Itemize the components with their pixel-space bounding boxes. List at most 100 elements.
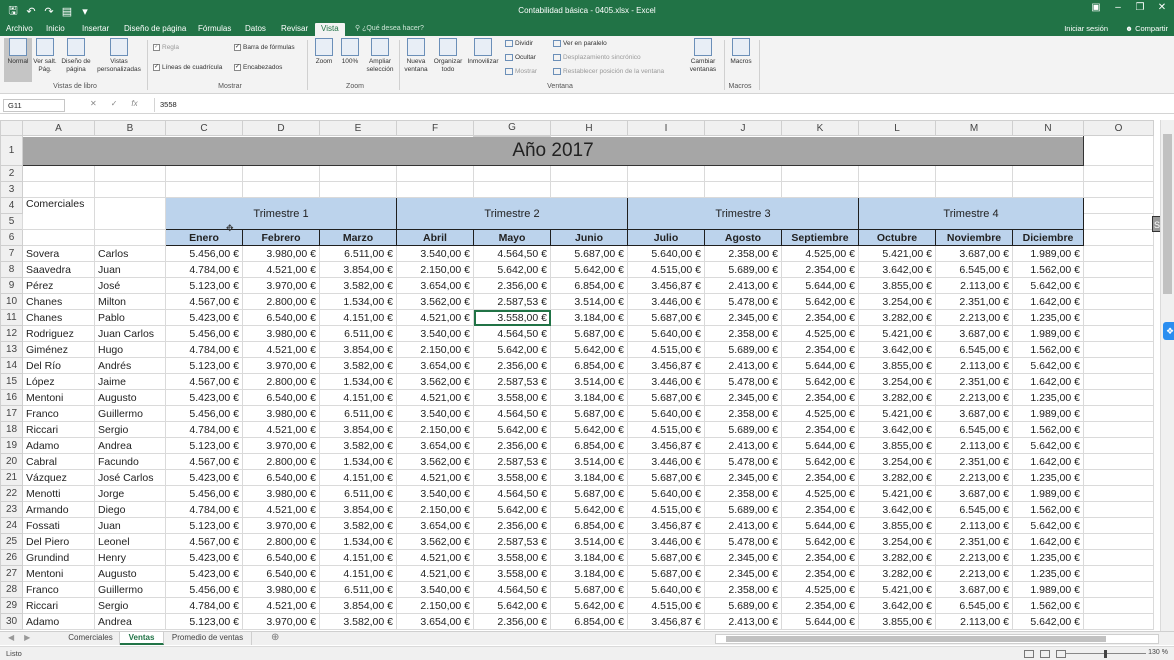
value-cell[interactable]: 5.687,00 € [627, 565, 705, 582]
month-header[interactable]: Abril [396, 229, 474, 246]
value-cell[interactable]: 2.213,00 € [935, 549, 1013, 566]
share-button[interactable]: ☻ Compartir [1125, 23, 1168, 35]
cell[interactable] [94, 197, 166, 230]
cell[interactable] [1083, 405, 1154, 422]
value-cell[interactable]: 3.854,00 € [319, 501, 397, 518]
minimize-icon[interactable]: – [1110, 2, 1126, 13]
value-cell[interactable]: 3.282,00 € [858, 309, 936, 326]
value-cell[interactable]: 6.545,00 € [935, 421, 1013, 438]
cell[interactable] [627, 181, 705, 198]
hide-button[interactable]: Ocultar [505, 54, 536, 61]
value-cell[interactable]: 1.235,00 € [1012, 309, 1084, 326]
row-header[interactable]: 8 [0, 261, 23, 278]
value-cell[interactable]: 6.545,00 € [935, 501, 1013, 518]
value-cell[interactable]: 3.582,00 € [319, 277, 397, 294]
value-cell[interactable]: 2.113,00 € [935, 357, 1013, 374]
switch-windows-button[interactable]: Cambiar ventanas [684, 38, 722, 73]
value-cell[interactable]: 3.446,00 € [627, 293, 705, 310]
value-cell[interactable]: 6.540,00 € [242, 565, 320, 582]
month-header[interactable]: Junio [550, 229, 628, 246]
value-cell[interactable]: 3.446,00 € [627, 453, 705, 470]
value-cell[interactable]: 3.687,00 € [935, 485, 1013, 502]
select-all-corner[interactable] [0, 120, 23, 136]
cell[interactable] [1083, 597, 1154, 614]
formula-input[interactable]: 3558 [160, 99, 177, 110]
surname-cell[interactable]: López [22, 373, 95, 390]
surname-cell[interactable]: Armando [22, 501, 95, 518]
value-cell[interactable]: 2.354,00 € [781, 597, 859, 614]
value-cell[interactable]: 3.282,00 € [858, 389, 936, 406]
row-header[interactable]: 11 [0, 309, 23, 326]
close-icon[interactable]: ✕ [1154, 2, 1170, 13]
name-cell[interactable]: Guillermo [94, 405, 166, 422]
value-cell[interactable]: 2.150,00 € [396, 341, 474, 358]
value-cell[interactable]: 3.514,00 € [550, 293, 628, 310]
value-cell[interactable]: 5.689,00 € [704, 261, 782, 278]
cancel-icon[interactable]: ✕ [90, 99, 97, 108]
cell[interactable] [94, 181, 166, 198]
value-cell[interactable]: 3.642,00 € [858, 341, 936, 358]
row-header[interactable]: 19 [0, 437, 23, 454]
value-cell[interactable]: 3.540,00 € [396, 245, 474, 262]
value-cell[interactable]: 4.515,00 € [627, 501, 705, 518]
value-cell[interactable]: 3.540,00 € [396, 325, 474, 342]
cell[interactable] [1083, 389, 1154, 406]
value-cell[interactable]: 1.534,00 € [319, 453, 397, 470]
row-header[interactable]: 2 [0, 165, 23, 182]
value-cell[interactable]: 6.545,00 € [935, 341, 1013, 358]
name-cell[interactable]: Juan Carlos [94, 325, 166, 342]
value-cell[interactable]: 5.642,00 € [1012, 517, 1084, 534]
name-cell[interactable]: Andrea [94, 613, 166, 630]
value-cell[interactable]: 3.855,00 € [858, 277, 936, 294]
column-header-j[interactable]: J [704, 120, 782, 136]
sheet-tab-promedio[interactable]: Promedio de ventas [164, 632, 252, 645]
month-header[interactable]: Julio [627, 229, 705, 246]
value-cell[interactable]: 1.989,00 € [1012, 245, 1084, 262]
value-cell[interactable]: 5.687,00 € [550, 325, 628, 342]
value-cell[interactable]: 4.521,00 € [396, 565, 474, 582]
value-cell[interactable]: 1.235,00 € [1012, 389, 1084, 406]
value-cell[interactable]: 5.423,00 € [165, 469, 243, 486]
cell[interactable] [319, 165, 397, 182]
cell[interactable] [22, 229, 95, 246]
freeze-panes-button[interactable]: Inmovilizar [465, 38, 501, 66]
cell[interactable] [1083, 373, 1154, 390]
cell[interactable] [1083, 309, 1154, 326]
value-cell[interactable]: 4.151,00 € [319, 565, 397, 582]
value-cell[interactable]: 3.456,87 € [627, 517, 705, 534]
value-cell[interactable]: 2.354,00 € [781, 309, 859, 326]
value-cell[interactable]: 3.654,00 € [396, 437, 474, 454]
name-cell[interactable]: Juan [94, 517, 166, 534]
row-header[interactable]: 12 [0, 325, 23, 342]
value-cell[interactable]: 2.213,00 € [935, 469, 1013, 486]
value-cell[interactable]: 3.642,00 € [858, 261, 936, 278]
value-cell[interactable]: 5.421,00 € [858, 325, 936, 342]
value-cell[interactable]: 1.989,00 € [1012, 405, 1084, 422]
value-cell[interactable]: 3.980,00 € [242, 405, 320, 422]
value-cell[interactable]: 6.540,00 € [242, 389, 320, 406]
name-box[interactable]: G11 [3, 99, 65, 112]
value-cell[interactable]: 3.456,87 € [627, 613, 705, 630]
value-cell[interactable]: 2.413,00 € [704, 437, 782, 454]
value-cell[interactable]: 5.423,00 € [165, 565, 243, 582]
value-cell[interactable]: 3.254,00 € [858, 293, 936, 310]
value-cell[interactable]: 2.358,00 € [704, 405, 782, 422]
value-cell[interactable]: 5.687,00 € [550, 405, 628, 422]
value-cell[interactable]: 2.587,53 € [473, 453, 551, 470]
value-cell[interactable]: 5.642,00 € [550, 261, 628, 278]
value-cell[interactable]: 5.423,00 € [165, 389, 243, 406]
value-cell[interactable]: 2.213,00 € [935, 389, 1013, 406]
comerciales-label[interactable]: Comerciales [22, 197, 95, 230]
value-cell[interactable]: 2.213,00 € [935, 309, 1013, 326]
value-cell[interactable]: 2.351,00 € [935, 533, 1013, 550]
value-cell[interactable]: 5.642,00 € [781, 373, 859, 390]
surname-cell[interactable]: Del Piero [22, 533, 95, 550]
row-header[interactable]: 24 [0, 517, 23, 534]
value-cell[interactable]: 1.235,00 € [1012, 549, 1084, 566]
value-cell[interactable]: 2.150,00 € [396, 501, 474, 518]
value-cell[interactable]: 2.150,00 € [396, 261, 474, 278]
ribbon-options-icon[interactable]: ▣ [1088, 2, 1104, 13]
cell[interactable] [242, 165, 320, 182]
cell[interactable] [1083, 581, 1154, 598]
page-break-view-button[interactable]: Ver salt. Pág. [32, 38, 58, 73]
